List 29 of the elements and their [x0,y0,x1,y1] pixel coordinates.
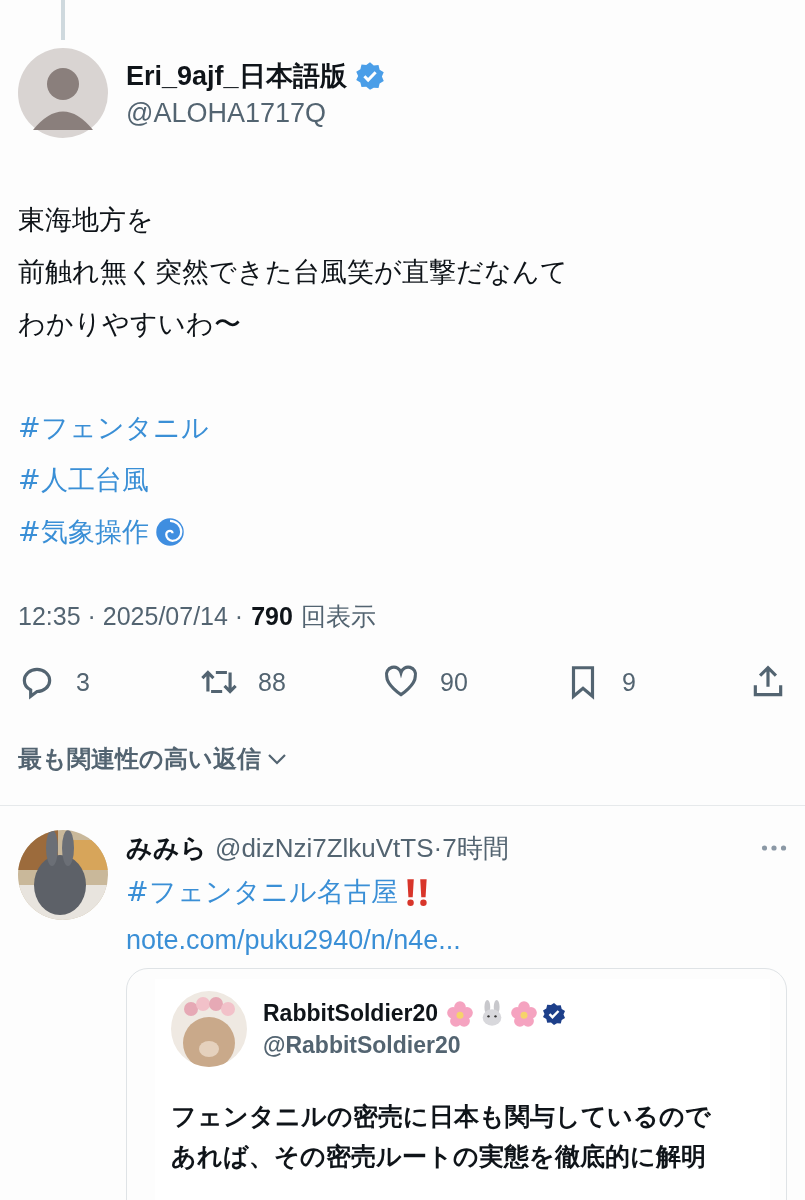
post-text-line: 前触れ無く突然できた台風笑が直撃だなんて [18,255,569,289]
author-name[interactable]: Eri_9ajf_日本語版 [126,57,347,94]
reply-handle-time: @dizNzi7ZlkuVtTS·7時間 [215,832,509,865]
avatar[interactable] [18,48,108,138]
more-icon[interactable] [761,844,787,852]
quoted-text-line: あれば、その密売ルートの実態を徹底的に解明 [171,1141,707,1173]
hashtag-link[interactable]: #フェンタニル [18,402,209,454]
quoted-author-name: RabbitSoldier20 [263,1000,439,1027]
action-count: 9 [622,667,636,697]
post-text-line: わかりやすいわ〜 [18,307,242,341]
hashtag-link[interactable]: #気象操作 [18,506,149,558]
action-count: 90 [440,667,468,697]
action-count: 3 [76,667,90,697]
reply-author-name[interactable]: みみら [126,830,207,866]
post-timestamp: 12:35 · 2025/07/14 · [18,602,244,631]
action-count: 88 [258,667,286,697]
quote-card[interactable]: RabbitSoldier20 @RabbitSoldier20 フェンタニルの密売に日本も関与しているので あれば、その密売ルートの実態を徹底的に解明 [126,968,787,1200]
post-text-line: 東海地方を [18,203,155,237]
quoted-author-handle: @RabbitSoldier20 [263,1031,462,1059]
sort-dropdown[interactable]: 最も関連性の高い返信 [18,743,261,775]
hashtag-link[interactable]: #人工台風 [18,454,149,506]
quoted-text-line: フェンタニルの密売に日本も関与しているので [171,1101,712,1133]
flower-icon [446,999,475,1028]
hashtag-link[interactable]: #フェンタニル名古屋 [126,866,398,918]
flower-icon [510,999,539,1028]
views-label: 回表示 [300,601,376,632]
author-handle[interactable]: @ALOHA1717Q [126,97,385,129]
url-link[interactable]: note.com/puku2940/n/n4e... [126,918,787,962]
view-count: 790 [251,602,293,631]
